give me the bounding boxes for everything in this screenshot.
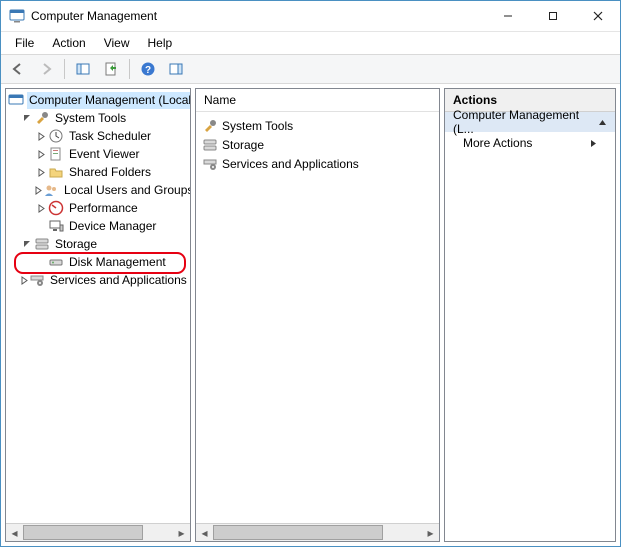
menu-action[interactable]: Action (44, 34, 93, 52)
expand-icon[interactable] (20, 276, 29, 285)
list-item-system-tools[interactable]: System Tools (202, 117, 433, 135)
label: Device Manager (69, 219, 156, 233)
tree-local-users[interactable]: Local Users and Groups (6, 181, 190, 199)
tree-storage[interactable]: Storage (6, 235, 190, 253)
tree-disk-management[interactable]: Disk Management (6, 253, 190, 271)
actions-pane: Actions Computer Management (L... More A… (444, 88, 616, 542)
label: Storage (222, 138, 264, 152)
device-manager-icon (48, 218, 64, 234)
scrollbar-thumb[interactable] (213, 525, 383, 540)
tree-task-scheduler[interactable]: Task Scheduler (6, 127, 190, 145)
show-hide-action-pane-button[interactable] (163, 56, 189, 82)
expand-icon[interactable] (34, 204, 48, 213)
tree-shared-folders[interactable]: Shared Folders (6, 163, 190, 181)
client-area: Computer Management (Local) System Tools… (1, 84, 620, 546)
expand-icon[interactable] (34, 186, 43, 195)
expand-icon[interactable] (34, 150, 48, 159)
menubar: File Action View Help (1, 32, 620, 54)
label: Services and Applications (50, 273, 187, 287)
titlebar: Computer Management (1, 1, 620, 32)
list-item-services-apps[interactable]: Services and Applications (202, 155, 433, 173)
collapse-icon[interactable] (598, 118, 607, 127)
tree-scrollbar[interactable]: ◂ ▸ (6, 523, 190, 541)
forward-button[interactable] (33, 56, 59, 82)
tree-pane: Computer Management (Local) System Tools… (5, 88, 191, 542)
label: Disk Management (69, 255, 166, 269)
tree-root[interactable]: Computer Management (Local) (6, 91, 190, 109)
label: More Actions (463, 136, 532, 150)
help-button[interactable]: ? (135, 56, 161, 82)
menu-file[interactable]: File (7, 34, 42, 52)
tree-services-apps[interactable]: Services and Applications (6, 271, 190, 289)
label: Event Viewer (69, 147, 139, 161)
services-apps-icon (29, 272, 45, 288)
label: Storage (55, 237, 97, 251)
tree-performance[interactable]: Performance (6, 199, 190, 217)
tree-device-manager[interactable]: Device Manager (6, 217, 190, 235)
export-button[interactable] (98, 56, 124, 82)
system-tools-icon (34, 110, 50, 126)
scroll-right-icon[interactable]: ▸ (173, 524, 190, 541)
tree-system-tools[interactable]: System Tools (6, 109, 190, 127)
menu-view[interactable]: View (96, 34, 138, 52)
system-tools-icon (202, 118, 218, 134)
label: Services and Applications (222, 157, 359, 171)
label: Task Scheduler (69, 129, 151, 143)
local-users-icon (43, 182, 59, 198)
expand-icon[interactable] (34, 168, 48, 177)
tree-root-label: Computer Management (Local) (29, 93, 190, 107)
svg-text:?: ? (145, 65, 151, 76)
collapse-icon[interactable] (20, 240, 34, 249)
storage-icon (202, 137, 218, 153)
scroll-right-icon[interactable]: ▸ (422, 524, 439, 541)
menu-help[interactable]: Help (140, 34, 181, 52)
scroll-left-icon[interactable]: ◂ (6, 524, 23, 541)
window-frame: Computer Management File Action View Hel… (0, 0, 621, 547)
tree-event-viewer[interactable]: Event Viewer (6, 145, 190, 163)
minimize-button[interactable] (485, 2, 530, 31)
task-scheduler-icon (48, 128, 64, 144)
event-viewer-icon (48, 146, 64, 162)
scroll-left-icon[interactable]: ◂ (196, 524, 213, 541)
window-title: Computer Management (31, 9, 157, 23)
label: System Tools (55, 111, 126, 125)
label: Performance (69, 201, 138, 215)
maximize-button[interactable] (530, 2, 575, 31)
services-apps-icon (202, 156, 218, 172)
back-button[interactable] (5, 56, 31, 82)
close-button[interactable] (575, 2, 620, 31)
column-header-name[interactable]: Name (196, 89, 439, 112)
label: System Tools (222, 119, 293, 133)
actions-more[interactable]: More Actions (445, 132, 615, 154)
storage-icon (34, 236, 50, 252)
result-scrollbar[interactable]: ◂ ▸ (196, 523, 439, 541)
result-pane: Name System Tools Storage Services and A… (195, 88, 440, 542)
collapse-icon[interactable] (20, 114, 34, 123)
app-icon (9, 8, 25, 24)
submenu-arrow-icon (590, 139, 597, 148)
toolbar: ? (1, 54, 620, 84)
scrollbar-thumb[interactable] (23, 525, 143, 540)
computer-management-icon (8, 92, 24, 108)
actions-section[interactable]: Computer Management (L... (445, 112, 615, 132)
label: Shared Folders (69, 165, 151, 179)
shared-folders-icon (48, 164, 64, 180)
show-hide-tree-button[interactable] (70, 56, 96, 82)
list-item-storage[interactable]: Storage (202, 136, 433, 154)
disk-management-icon (48, 254, 64, 270)
result-list[interactable]: System Tools Storage Services and Applic… (196, 112, 439, 178)
expand-icon[interactable] (34, 132, 48, 141)
label: Local Users and Groups (64, 183, 190, 197)
performance-icon (48, 200, 64, 216)
console-tree[interactable]: Computer Management (Local) System Tools… (6, 89, 190, 291)
